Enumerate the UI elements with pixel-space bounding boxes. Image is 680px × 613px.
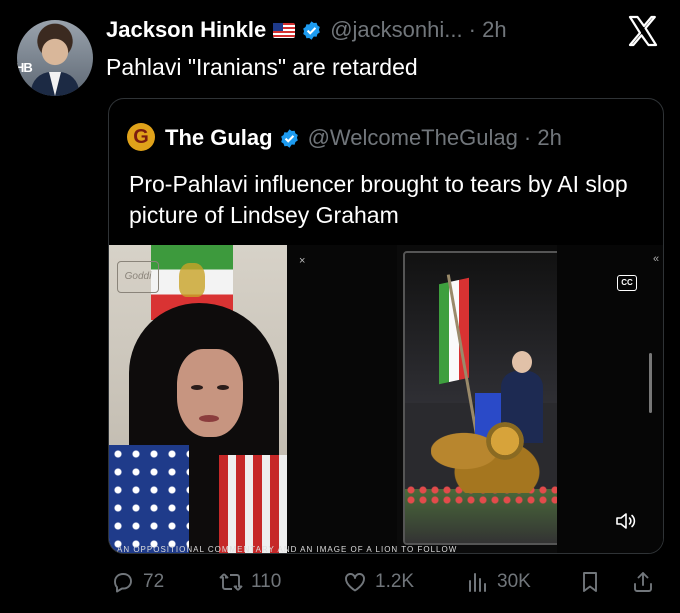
author-handle-time[interactable]: @jacksonhi... · 2h — [330, 17, 506, 43]
verified-icon — [280, 128, 298, 148]
like-button[interactable]: 1.2K — [343, 564, 414, 600]
quote-author-name[interactable]: The Gulag — [165, 125, 273, 151]
bookmark-button[interactable] — [578, 564, 610, 600]
views-button[interactable]: 30K — [465, 564, 531, 600]
woman-face — [177, 349, 243, 437]
action-bar: 72 110 1.2K 30K — [107, 564, 663, 600]
views-icon — [469, 573, 486, 592]
quote-header: The Gulag @WelcomeTheGulag · 2h — [165, 125, 562, 151]
quote-text: Pro-Pahlavi influencer brought to tears … — [129, 171, 628, 228]
cc-icon[interactable]: CC — [617, 275, 637, 291]
quote-author-avatar[interactable]: G — [127, 123, 155, 151]
author-name[interactable]: Jackson Hinkle — [106, 17, 266, 43]
sound-icon[interactable] — [615, 511, 637, 531]
share-icon — [634, 572, 652, 592]
video-left-panel: Goddi — [109, 245, 287, 553]
repost-count: 110 — [251, 571, 282, 592]
like-icon — [345, 573, 365, 592]
shared-image-frame — [403, 251, 561, 545]
close-x-icon[interactable] — [626, 14, 660, 48]
quote-author-handle-time[interactable]: @WelcomeTheGulag · 2h — [308, 125, 562, 151]
tweet-text: Pahlavi "Iranians" are retarded — [106, 54, 418, 80]
bookmark-icon — [583, 572, 597, 592]
video-right-panel — [557, 245, 663, 553]
quoted-tweet-card[interactable]: G The Gulag @WelcomeTheGulag · 2h Pro-Pa… — [108, 98, 664, 554]
views-count: 30K — [497, 571, 531, 592]
reply-button[interactable]: 72 — [111, 564, 164, 600]
avatar-hb-letters: HB — [17, 60, 33, 75]
reply-icon — [114, 573, 132, 593]
reply-count: 72 — [143, 571, 165, 592]
video-player[interactable]: Goddi × CC « AN OPPOSITIONAL COMMENTARY — [109, 245, 663, 553]
stars-shirt — [109, 445, 189, 553]
us-flag-icon — [273, 22, 296, 38]
video-scrollbar[interactable] — [649, 353, 652, 413]
close-small-icon: × — [299, 255, 306, 267]
repost-button[interactable]: 110 — [219, 564, 281, 600]
like-count: 1.2K — [375, 571, 415, 592]
verified-icon — [303, 20, 320, 40]
tweet-header: Jackson Hinkle @jacksonhi... · 2h — [106, 17, 507, 43]
author-avatar[interactable]: HB — [17, 20, 93, 96]
video-watermark: Goddi — [117, 261, 159, 293]
video-caption: AN OPPOSITIONAL COMMENTARY AND AN IMAGE … — [117, 545, 458, 553]
share-button[interactable] — [631, 564, 663, 600]
image-sun — [483, 419, 527, 463]
video-middle-panel — [287, 245, 397, 553]
stripes-shirt — [219, 455, 287, 553]
chevron-icon: « — [653, 253, 660, 265]
repost-icon — [219, 573, 243, 591]
